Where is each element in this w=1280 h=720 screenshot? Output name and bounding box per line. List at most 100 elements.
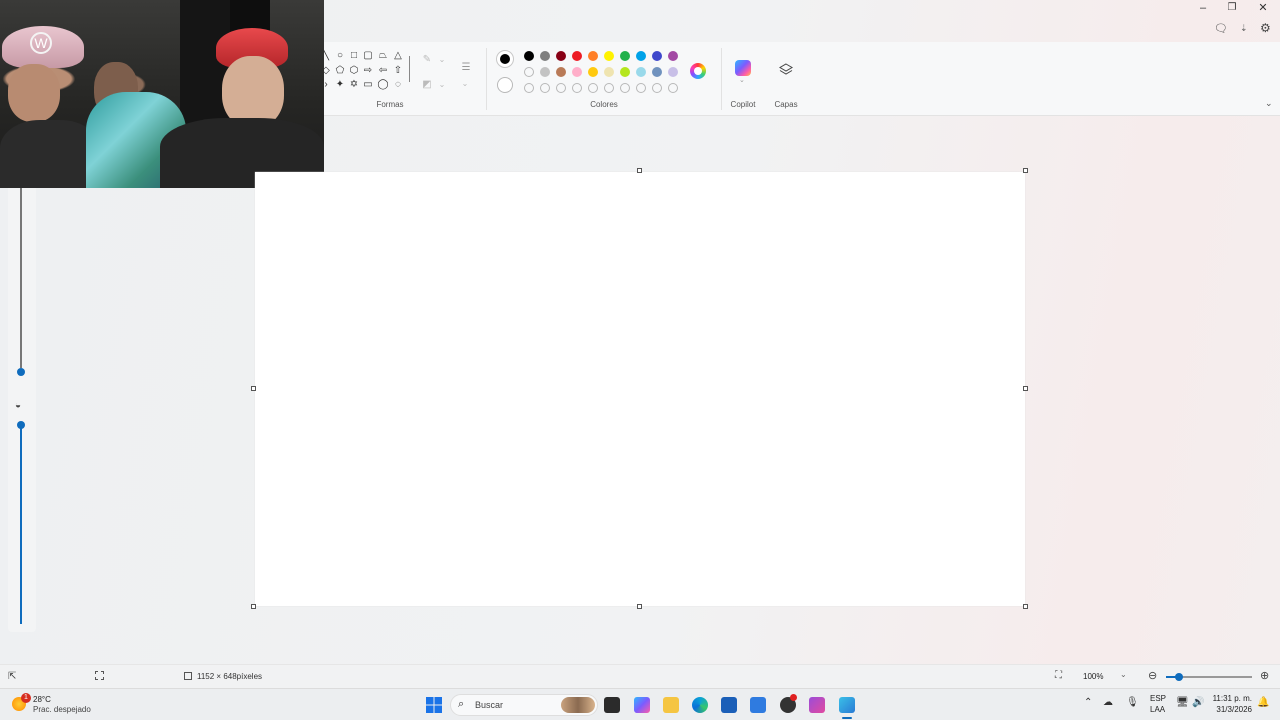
taskbar-search-box[interactable]: ⌕ Buscar [450, 694, 598, 716]
notification-bell-icon[interactable]: 🔔 [1257, 697, 1269, 708]
copilot-dropdown-icon[interactable]: ⌄ [739, 76, 745, 84]
star4-shape-icon[interactable]: ✦ [334, 79, 346, 91]
start-windows-icon[interactable] [426, 697, 442, 713]
color-swatch[interactable] [668, 51, 678, 61]
fill-dropdown-icon[interactable]: ⌄ [436, 79, 448, 91]
rounded-rectangle-shape-icon[interactable]: ▢ [362, 50, 374, 62]
color-swatch[interactable] [556, 67, 566, 77]
triangle-shape-icon[interactable]: △ [392, 50, 404, 62]
custom-color-slot[interactable] [636, 83, 646, 93]
secondary-color-swatch[interactable] [497, 77, 513, 93]
pentagon-shape-icon[interactable]: ⬠ [334, 65, 346, 77]
callout-cloud-shape-icon[interactable]: ◌ [392, 79, 404, 91]
color-swatch[interactable] [540, 67, 550, 77]
resize-handle-top-right[interactable] [1023, 168, 1028, 173]
file-explorer-icon[interactable] [663, 697, 679, 713]
zoom-in-icon[interactable]: ⊕ [1260, 669, 1269, 682]
settings-gear-icon[interactable]: ⚙ [1260, 21, 1271, 35]
language-bottom[interactable]: LAA [1150, 705, 1165, 714]
restore-button[interactable]: ❐ [1219, 1, 1245, 15]
custom-color-slot[interactable] [588, 83, 598, 93]
resize-handle-left[interactable] [251, 386, 256, 391]
close-button[interactable]: ✕ [1250, 1, 1276, 15]
color-swatch[interactable] [604, 67, 614, 77]
primary-color-ring[interactable] [496, 50, 514, 68]
color-swatch[interactable] [524, 51, 534, 61]
onedrive-icon[interactable]: ☁ [1103, 697, 1113, 708]
callout-oval-shape-icon[interactable]: ◯ [377, 79, 389, 91]
edit-colors-wheel-icon[interactable] [690, 63, 706, 79]
callout-rect-shape-icon[interactable]: ▭ [362, 79, 374, 91]
color-swatch[interactable] [572, 51, 582, 61]
left-arrow-shape-icon[interactable]: ⇦ [377, 65, 389, 77]
color-swatch[interactable] [620, 67, 630, 77]
feedback-icon[interactable]: 🗨 [1214, 22, 1228, 35]
zoom-slider-thumb[interactable] [1175, 673, 1183, 681]
color-swatch[interactable] [620, 51, 630, 61]
color-swatch[interactable] [540, 51, 550, 61]
resize-handle-bottom-left[interactable] [251, 604, 256, 609]
custom-color-slot[interactable] [540, 83, 550, 93]
ribbon-collapse-chevron-icon[interactable]: ⌄ [1265, 98, 1273, 109]
polygon-shape-icon[interactable]: ⏢ [377, 50, 389, 62]
star6-shape-icon[interactable]: ✡ [348, 79, 360, 91]
opacity-slider-track[interactable] [20, 428, 22, 624]
weather-temp[interactable]: 28°C [33, 695, 51, 704]
network-icon[interactable]: 🖥 [1176, 697, 1189, 708]
microsoft-store-icon[interactable] [721, 697, 737, 713]
language-top[interactable]: ESP [1150, 694, 1166, 703]
fit-to-window-icon[interactable]: ⛶ [1055, 670, 1062, 681]
size-lines-icon[interactable]: ☰ [458, 62, 474, 74]
outlook-icon[interactable] [750, 697, 766, 713]
custom-color-slot[interactable] [572, 83, 582, 93]
color-swatch[interactable] [556, 51, 566, 61]
edge-browser-icon[interactable] [692, 697, 708, 713]
gallery-scrollbar[interactable] [409, 56, 410, 82]
color-swatch[interactable] [604, 51, 614, 61]
rectangle-shape-icon[interactable]: □ [348, 50, 360, 62]
resize-handle-bottom[interactable] [637, 604, 642, 609]
copilot-taskbar-icon[interactable] [634, 697, 650, 713]
layers-icon[interactable] [778, 62, 794, 78]
custom-color-slot[interactable] [524, 67, 534, 77]
size-dropdown-icon[interactable]: ⌄ [459, 78, 471, 90]
color-swatch[interactable] [668, 67, 678, 77]
outline-dropdown-icon[interactable]: ⌄ [436, 54, 448, 66]
up-arrow-shape-icon[interactable]: ⇧ [392, 65, 404, 77]
color-swatch[interactable] [636, 51, 646, 61]
show-hidden-icons-chevron-icon[interactable]: ⌃ [1084, 697, 1092, 708]
clock-time[interactable]: 11:31 p. m. [1212, 694, 1252, 703]
right-arrow-shape-icon[interactable]: ⇨ [362, 65, 374, 77]
download-icon[interactable]: ⇣ [1240, 23, 1248, 34]
minimize-button[interactable]: – [1190, 1, 1216, 15]
hexagon-shape-icon[interactable]: ⬡ [348, 65, 360, 77]
size-slider-thumb[interactable] [17, 368, 25, 376]
weather-desc[interactable]: Prac. despejado [33, 705, 91, 714]
copilot-label[interactable]: Copilot [725, 100, 761, 109]
copilot-icon[interactable] [735, 60, 751, 76]
color-swatch[interactable] [652, 51, 662, 61]
resize-handle-bottom-right[interactable] [1023, 604, 1028, 609]
microphone-icon[interactable]: 🎙 [1126, 697, 1139, 708]
resize-handle-right[interactable] [1023, 386, 1028, 391]
custom-color-slot[interactable] [652, 83, 662, 93]
app-icon-purple[interactable] [809, 697, 825, 713]
custom-color-slot[interactable] [524, 83, 534, 93]
task-view-icon[interactable] [604, 697, 620, 713]
volume-icon[interactable]: 🔊 [1192, 697, 1204, 708]
custom-color-slot[interactable] [620, 83, 630, 93]
resize-handle-top[interactable] [637, 168, 642, 173]
custom-color-slot[interactable] [604, 83, 614, 93]
color-swatch[interactable] [588, 67, 598, 77]
fill-icon[interactable]: ◩ [421, 79, 433, 91]
drawing-canvas[interactable] [255, 172, 1025, 606]
size-slider-track[interactable] [20, 188, 22, 368]
color-swatch[interactable] [588, 51, 598, 61]
zoom-out-icon[interactable]: ⊖ [1148, 669, 1157, 682]
paint-app-icon[interactable] [839, 697, 855, 713]
outline-icon[interactable]: ✎ [421, 54, 433, 66]
clock-date[interactable]: 31/3/2026 [1212, 705, 1252, 714]
custom-color-slot[interactable] [668, 83, 678, 93]
custom-color-slot[interactable] [556, 83, 566, 93]
color-swatch[interactable] [652, 67, 662, 77]
